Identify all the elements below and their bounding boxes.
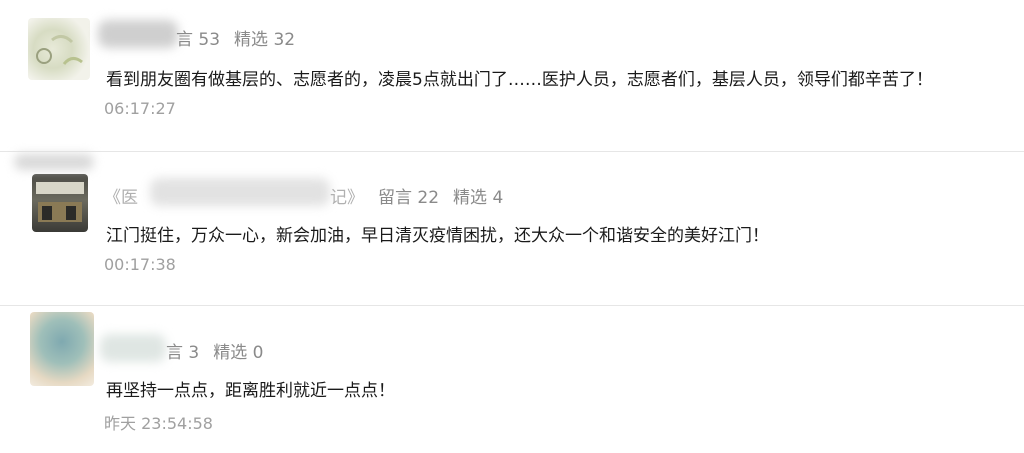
avatar[interactable]: [32, 174, 88, 232]
author-name-partial[interactable]: 《医: [104, 188, 138, 208]
avatar[interactable]: [30, 312, 94, 386]
comment-item: 言 3 精选 0 再坚持一点点，距离胜利就近一点点！ 昨天 23:54:58: [0, 306, 1024, 453]
reply-count: 言 3: [166, 343, 200, 363]
reply-count: 留言 22: [378, 188, 440, 208]
comment-time: 06:17:27: [104, 99, 176, 118]
author-name-hidden[interactable]: [14, 154, 94, 170]
comment-item: 言 53 精选 32 看到朋友圈有做基层的、志愿者的，凌晨5点就出门了……医护人员…: [0, 0, 1024, 150]
comment-time: 昨天 23:54:58: [104, 414, 213, 433]
comment-meta: 《医: [104, 183, 138, 208]
comment-text: 看到朋友圈有做基层的、志愿者的，凌晨5点就出门了……医护人员，志愿者们，基层人员…: [106, 70, 933, 90]
comment-text: 再坚持一点点，距离胜利就近一点点！: [106, 381, 395, 401]
author-name-hidden[interactable]: [100, 334, 166, 362]
comment-meta: 言 53 精选 32: [176, 25, 295, 50]
author-name-blur: [150, 178, 330, 206]
featured-count: 精选 32: [234, 30, 296, 50]
reply-count: 言 53: [176, 30, 221, 50]
avatar[interactable]: [28, 18, 90, 80]
comment-meta-right: 记》 留言 22 精选 4: [330, 183, 503, 208]
avatar-sketch-icon: [36, 35, 83, 65]
comment-text: 江门挺住，万众一心，新会加油，早日清灭疫情困扰，还大众一个和谐安全的美好江门！: [106, 226, 769, 246]
author-name-hidden[interactable]: [98, 20, 178, 48]
featured-count: 精选 4: [453, 188, 504, 208]
avatar-storefront-icon: [36, 182, 84, 222]
comment-meta: 言 3 精选 0: [166, 338, 263, 363]
comment-time: 00:17:38: [104, 255, 176, 274]
comment-item: 《医 记》 留言 22 精选 4 江门挺住，万众一心，新会加油，早日清灭疫情困扰，还…: [0, 152, 1024, 304]
author-name-partial[interactable]: 记》: [330, 188, 364, 208]
featured-count: 精选 0: [213, 343, 264, 363]
